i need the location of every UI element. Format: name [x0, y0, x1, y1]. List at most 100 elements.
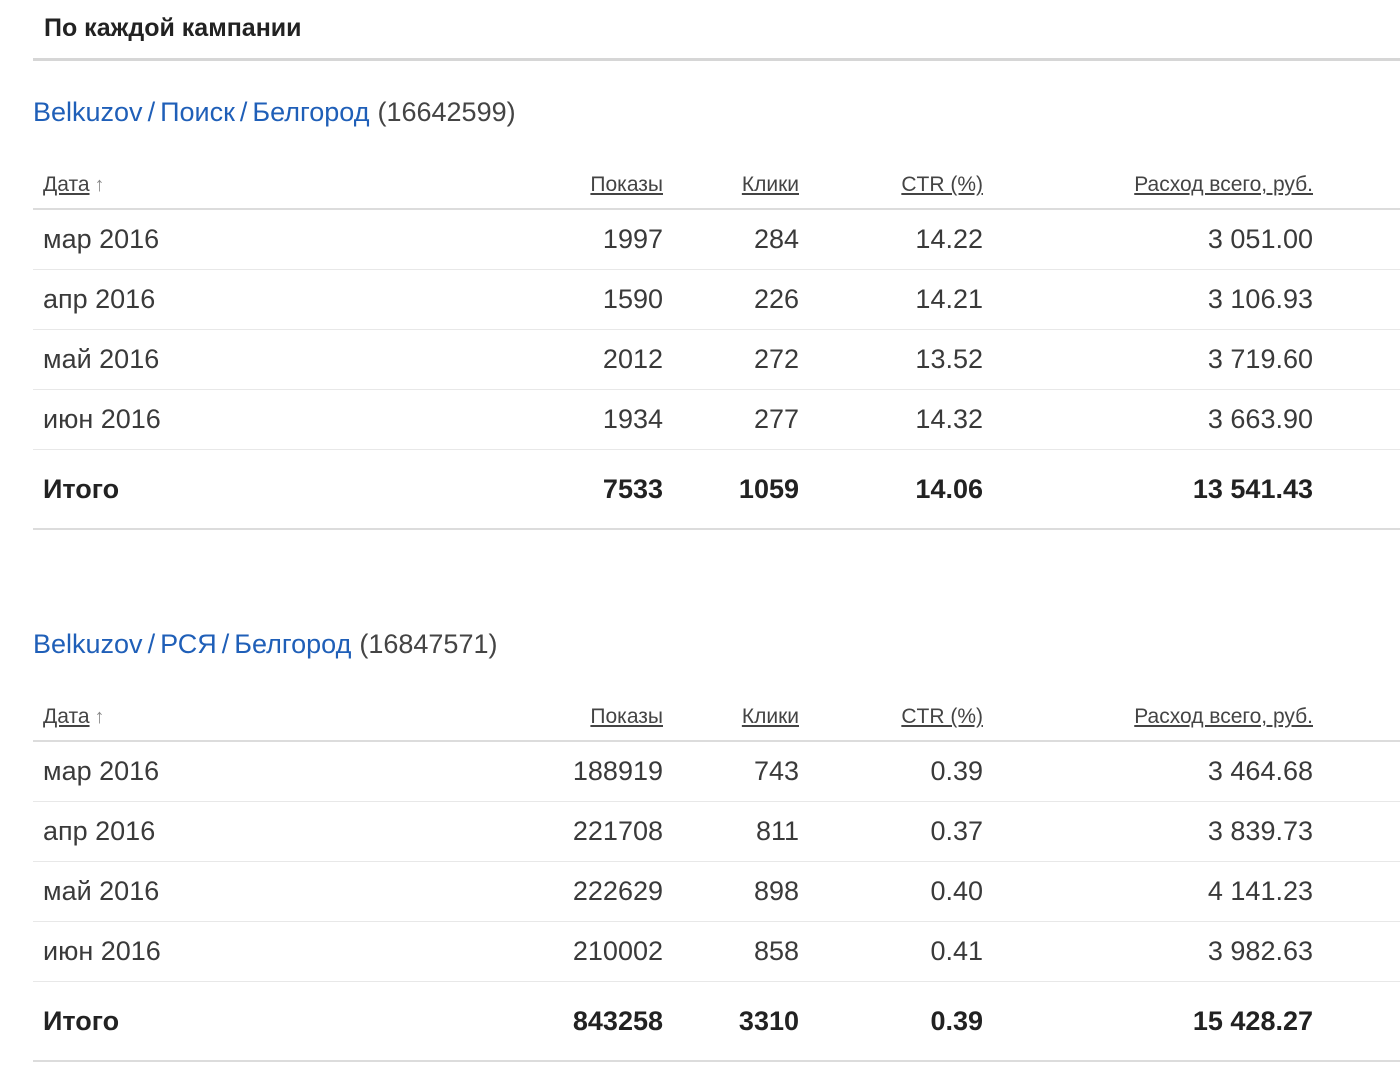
cell-date: апр 2016 [33, 269, 513, 330]
column-header-clicks[interactable]: Клики [663, 162, 799, 210]
sort-by-clicks[interactable]: Клики [742, 173, 799, 196]
campaign-link-region[interactable]: Белгород [252, 97, 369, 127]
column-header-clicks[interactable]: Клики [663, 694, 799, 742]
sort-by-date[interactable]: Дата [43, 705, 90, 728]
cell-ctr: 14.21 [799, 269, 983, 330]
total-shows: 843258 [513, 981, 663, 1062]
table-header-row: Дата ↑ Показы Клики CTR (%) Расход всего,… [33, 694, 1400, 742]
cell-clicks: 898 [663, 861, 799, 922]
cell-ctr: 0.40 [799, 861, 983, 922]
column-header-spacer [1313, 694, 1400, 742]
campaign-link-region[interactable]: Белгород [234, 629, 351, 659]
cell-spacer [1313, 269, 1400, 330]
table-row: июн 2016 1934 277 14.32 3 663.90 [33, 389, 1400, 450]
table-row: май 2016 222629 898 0.40 4 141.23 [33, 861, 1400, 922]
total-clicks: 1059 [663, 449, 799, 530]
cell-clicks: 811 [663, 801, 799, 862]
cell-shows: 221708 [513, 801, 663, 862]
column-header-spacer [1313, 162, 1400, 210]
table-header-row: Дата ↑ Показы Клики CTR (%) Расход всего,… [33, 162, 1400, 210]
breadcrumb-separator: / [239, 97, 248, 127]
campaign-link-type[interactable]: РСЯ [160, 629, 217, 659]
column-header-shows[interactable]: Показы [513, 694, 663, 742]
cell-ctr: 0.39 [799, 741, 983, 802]
table-row: июн 2016 210002 858 0.41 3 982.63 [33, 921, 1400, 982]
section-title: По каждой кампании [44, 14, 302, 42]
campaign-block: Belkuzov / РСЯ / Белгород (16847571) Дата ↑ По… [33, 624, 1400, 1062]
cell-spacer [1313, 981, 1400, 1062]
cell-date: май 2016 [33, 329, 513, 390]
cell-ctr: 0.41 [799, 921, 983, 982]
total-spend: 13 541.43 [983, 449, 1313, 530]
column-header-ctr[interactable]: CTR (%) [799, 694, 983, 742]
sort-by-ctr[interactable]: CTR (%) [901, 173, 983, 196]
column-header-ctr[interactable]: CTR (%) [799, 162, 983, 210]
campaign-id: (16847571) [359, 629, 498, 659]
campaign-block: Belkuzov / Поиск / Белгород (16642599) Дата ↑ … [33, 92, 1400, 530]
campaign-link-account[interactable]: Belkuzov [33, 97, 143, 127]
cell-spacer [1313, 801, 1400, 862]
cell-ctr: 14.32 [799, 389, 983, 450]
cell-date: май 2016 [33, 861, 513, 922]
cell-ctr: 14.22 [799, 209, 983, 270]
sort-by-shows[interactable]: Показы [590, 173, 663, 196]
total-label: Итого [33, 449, 513, 530]
table-row: май 2016 2012 272 13.52 3 719.60 [33, 329, 1400, 390]
total-label: Итого [33, 981, 513, 1062]
cell-spend: 3 839.73 [983, 801, 1313, 862]
cell-date: апр 2016 [33, 801, 513, 862]
cell-shows: 222629 [513, 861, 663, 922]
campaign-link-account[interactable]: Belkuzov [33, 629, 143, 659]
cell-clicks: 743 [663, 741, 799, 802]
table-row: мар 2016 188919 743 0.39 3 464.68 [33, 741, 1400, 802]
cell-date: мар 2016 [33, 741, 513, 802]
campaign-title: Belkuzov / РСЯ / Белгород (16847571) [33, 624, 1400, 664]
sort-by-spend[interactable]: Расход всего, руб. [1134, 705, 1313, 728]
sort-by-shows[interactable]: Показы [590, 705, 663, 728]
sort-by-clicks[interactable]: Клики [742, 705, 799, 728]
cell-clicks: 272 [663, 329, 799, 390]
sort-by-ctr[interactable]: CTR (%) [901, 705, 983, 728]
cell-spend: 3 982.63 [983, 921, 1313, 982]
cell-shows: 1590 [513, 269, 663, 330]
column-header-date[interactable]: Дата ↑ [33, 162, 513, 210]
cell-clicks: 858 [663, 921, 799, 982]
cell-spend: 3 719.60 [983, 329, 1313, 390]
column-header-spend[interactable]: Расход всего, руб. [983, 162, 1313, 210]
cell-ctr: 0.37 [799, 801, 983, 862]
cell-spacer [1313, 389, 1400, 450]
sort-by-spend[interactable]: Расход всего, руб. [1134, 173, 1313, 196]
total-shows: 7533 [513, 449, 663, 530]
column-header-shows[interactable]: Показы [513, 162, 663, 210]
stats-table: Дата ↑ Показы Клики CTR (%) Расход всего,… [33, 694, 1400, 1062]
section-divider [33, 58, 1400, 61]
cell-ctr: 13.52 [799, 329, 983, 390]
sort-by-date[interactable]: Дата [43, 173, 90, 196]
breadcrumb-separator: / [147, 629, 156, 659]
breadcrumb-separator: / [147, 97, 156, 127]
table-total-row: Итого 7533 1059 14.06 13 541.43 [33, 449, 1400, 530]
cell-date: июн 2016 [33, 921, 513, 982]
campaign-title: Belkuzov / Поиск / Белгород (16642599) [33, 92, 1400, 132]
cell-date: июн 2016 [33, 389, 513, 450]
campaign-link-type[interactable]: Поиск [160, 97, 235, 127]
arrow-up-icon: ↑ [94, 706, 105, 728]
cell-clicks: 284 [663, 209, 799, 270]
cell-spend: 3 051.00 [983, 209, 1313, 270]
table-row: апр 2016 1590 226 14.21 3 106.93 [33, 269, 1400, 330]
column-header-date[interactable]: Дата ↑ [33, 694, 513, 742]
total-ctr: 0.39 [799, 981, 983, 1062]
breadcrumb-separator: / [221, 629, 230, 659]
cell-spacer [1313, 741, 1400, 802]
cell-spacer [1313, 449, 1400, 530]
cell-clicks: 226 [663, 269, 799, 330]
cell-spacer [1313, 921, 1400, 982]
column-header-spend[interactable]: Расход всего, руб. [983, 694, 1313, 742]
cell-shows: 1934 [513, 389, 663, 450]
cell-spacer [1313, 209, 1400, 270]
stats-table: Дата ↑ Показы Клики CTR (%) Расход всего,… [33, 162, 1400, 530]
cell-date: мар 2016 [33, 209, 513, 270]
cell-spend: 3 464.68 [983, 741, 1313, 802]
table-row: мар 2016 1997 284 14.22 3 051.00 [33, 209, 1400, 270]
cell-spend: 3 663.90 [983, 389, 1313, 450]
